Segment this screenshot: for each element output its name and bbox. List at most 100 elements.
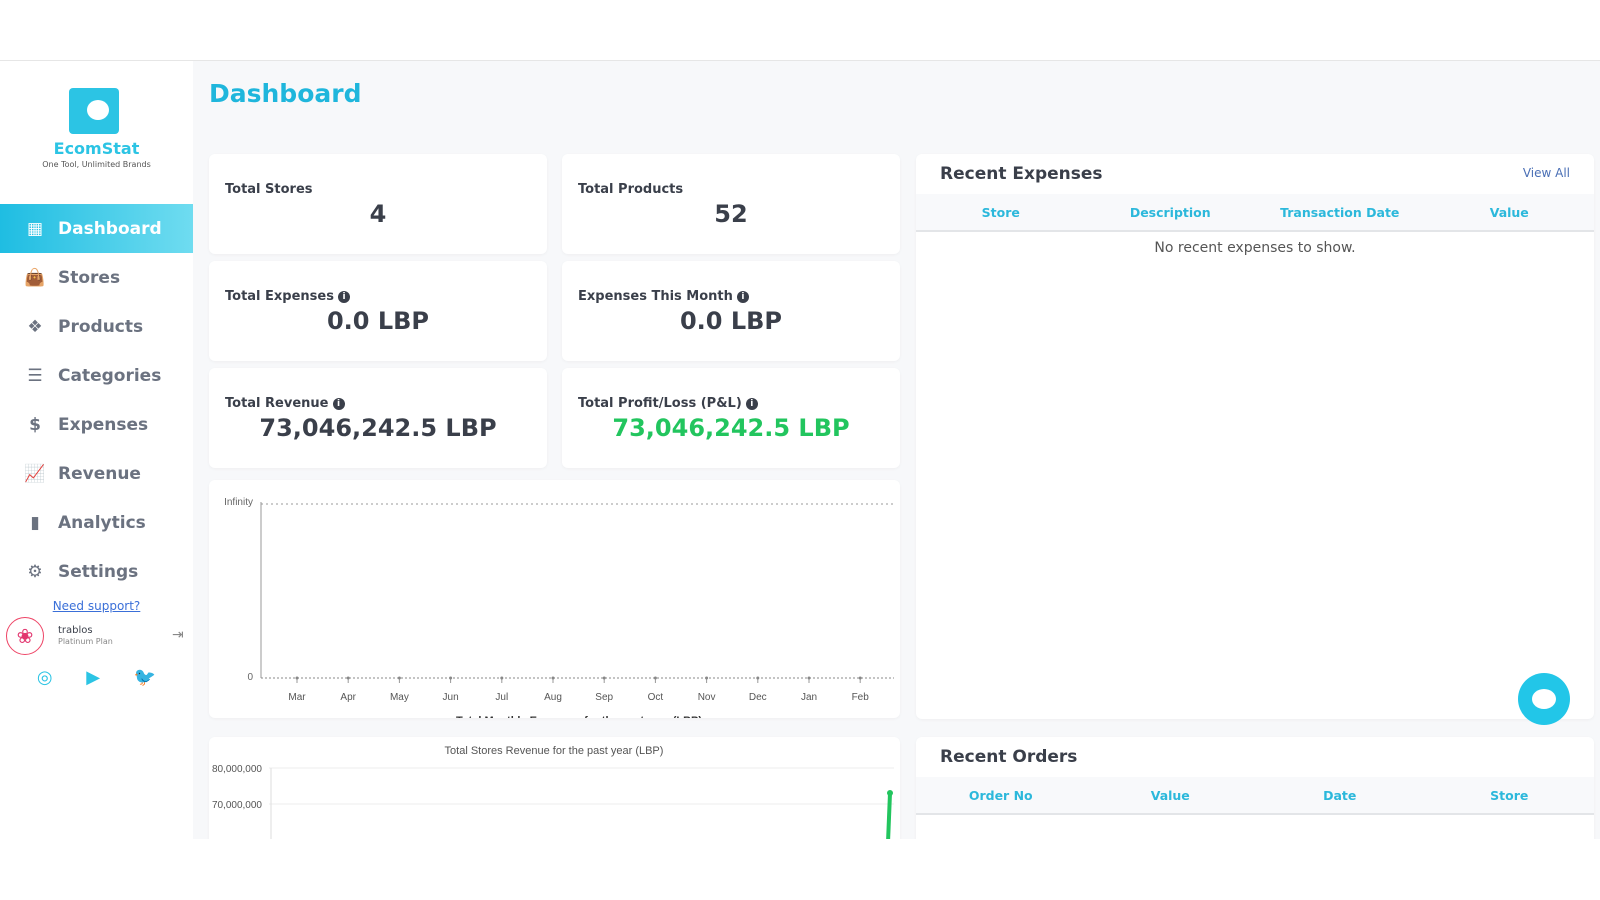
sidebar: EcomStat One Tool, Unlimited Brands ▦ Das… — [0, 61, 193, 839]
series-line — [886, 792, 892, 839]
stat-label-text: Total Revenue — [225, 396, 329, 411]
gear-icon: ⚙ — [27, 561, 43, 582]
column-header[interactable]: Store — [916, 194, 1086, 230]
user-name: trablos — [58, 625, 93, 636]
stat-value: 73,046,242.5 LBP — [612, 414, 850, 442]
stat-label: Total Profit/Loss (P&L) i — [578, 396, 758, 411]
sidebar-item-stores[interactable]: 👜 Stores — [0, 253, 193, 302]
orders-table-header: Order No Value Date Store — [916, 777, 1594, 815]
stat-card: Total Profit/Loss (P&L) i 73,046,242.5 LBP — [562, 368, 900, 468]
revenue-chart: Total Stores Revenue for the past year (… — [212, 745, 894, 839]
need-support-link[interactable]: Need support? — [0, 599, 193, 613]
recent-expenses-panel: Recent Expenses View All Store Descripti… — [916, 154, 1594, 719]
chart-title: Total Monthly Expenses for the past year… — [456, 715, 702, 718]
column-header[interactable]: Store — [1425, 777, 1595, 813]
stat-value: 4 — [369, 200, 387, 228]
column-header[interactable]: Value — [1425, 194, 1595, 230]
x-tick-label: May — [390, 692, 409, 703]
chat-button[interactable] — [1518, 673, 1570, 725]
stat-label-text: Total Profit/Loss (P&L) — [578, 396, 742, 411]
stat-label-text: Expenses This Month — [578, 289, 733, 304]
sidebar-item-categories[interactable]: ☰ Categories — [0, 351, 193, 400]
stat-value: 73,046,242.5 LBP — [259, 414, 497, 442]
y-tick-label: 0 — [247, 672, 253, 683]
stat-card: Total Revenue i 73,046,242.5 LBP — [209, 368, 547, 468]
brand-tagline: One Tool, Unlimited Brands — [42, 160, 151, 169]
sidebar-item-label: Expenses — [58, 414, 149, 435]
revenue-chart-card: Total Stores Revenue for the past year (… — [209, 737, 900, 839]
sidebar-item-label: Stores — [58, 267, 121, 288]
column-header[interactable]: Description — [1086, 194, 1256, 230]
data-point — [756, 676, 760, 680]
data-point — [295, 676, 299, 680]
instagram-icon[interactable]: ◎ — [37, 667, 53, 688]
x-tick-label: Nov — [698, 692, 716, 703]
dropbox-icon: ❖ — [27, 316, 43, 337]
user-plan: Platinum Plan — [58, 637, 113, 646]
stat-label-text: Total Stores — [225, 182, 313, 197]
view-all-link[interactable]: View All — [1523, 166, 1570, 180]
info-icon[interactable]: i — [745, 398, 758, 410]
list-icon: ☰ — [27, 365, 43, 386]
stat-label: Expenses This Month i — [578, 289, 749, 304]
x-tick-label: Feb — [852, 692, 870, 703]
data-point — [397, 676, 401, 680]
social-links: ◎ ▶ 🐦 — [0, 667, 193, 688]
column-header[interactable]: Value — [1086, 777, 1256, 813]
bar-chart-icon: ▮ — [30, 512, 40, 533]
info-icon[interactable]: i — [332, 398, 345, 410]
x-tick-label: Jul — [495, 692, 508, 703]
data-point — [602, 676, 606, 680]
data-point — [449, 676, 453, 680]
dollar-icon: $ — [29, 414, 41, 435]
info-icon[interactable]: i — [736, 291, 749, 303]
data-point — [500, 676, 504, 680]
sidebar-item-label: Categories — [58, 365, 162, 386]
logout-icon[interactable]: ⇥ — [172, 627, 184, 643]
info-icon[interactable]: i — [337, 291, 350, 303]
stat-card: Total Products 52 — [562, 154, 900, 254]
twitter-icon[interactable]: 🐦 — [134, 667, 156, 688]
top-bar — [0, 0, 1600, 61]
stat-card: Expenses This Month i 0.0 LBP — [562, 261, 900, 361]
data-point — [346, 676, 350, 680]
x-tick-label: Apr — [340, 692, 356, 703]
sidebar-item-label: Settings — [58, 561, 139, 582]
data-point — [807, 676, 811, 680]
sidebar-item-products[interactable]: ❖ Products — [0, 302, 193, 351]
column-header[interactable]: Transaction Date — [1255, 194, 1425, 230]
x-tick-label: Dec — [749, 692, 767, 703]
sidebar-item-analytics[interactable]: ▮ Analytics — [0, 498, 193, 547]
y-tick-label: 70,000,000 — [212, 800, 262, 811]
stat-label-text: Total Expenses — [225, 289, 334, 304]
x-tick-label: Mar — [288, 692, 306, 703]
data-point — [887, 790, 893, 797]
brand-name: EcomStat — [53, 139, 140, 158]
stat-value: 0.0 LBP — [326, 307, 430, 335]
sidebar-item-dashboard[interactable]: ▦ Dashboard — [0, 204, 193, 253]
sidebar-item-label: Products — [58, 316, 144, 337]
sidebar-item-revenue[interactable]: 📈 Revenue — [0, 449, 193, 498]
sidebar-item-label: Dashboard — [58, 218, 162, 239]
x-tick-label: Sep — [595, 692, 613, 703]
recent-orders-title: Recent Orders — [940, 747, 1078, 767]
data-point — [551, 676, 555, 680]
x-tick-label: Jun — [443, 692, 459, 703]
recent-expenses-title: Recent Expenses — [940, 164, 1103, 184]
column-header[interactable]: Date — [1255, 777, 1425, 813]
data-point — [653, 676, 657, 680]
sidebar-item-label: Analytics — [58, 512, 146, 533]
sidebar-item-expenses[interactable]: $ Expenses — [0, 400, 193, 449]
column-header[interactable]: Order No — [916, 777, 1086, 813]
expenses-chart: Infinity 0 Mar Apr May Jun Jul Aug Sep Oct Nov Dec J… — [224, 497, 894, 727]
chart-title: Total Stores Revenue for the past year (… — [445, 745, 664, 757]
stat-label: Total Products — [578, 182, 683, 197]
y-tick-label: Infinity — [224, 497, 253, 508]
x-tick-label: Aug — [544, 692, 562, 703]
sidebar-item-settings[interactable]: ⚙ Settings — [0, 547, 193, 596]
youtube-icon[interactable]: ▶ — [86, 667, 100, 688]
empty-message: No recent expenses to show. — [1154, 240, 1356, 256]
x-tick-label: Jan — [801, 692, 817, 703]
stat-label-text: Total Products — [578, 182, 684, 197]
stat-label: Total Revenue i — [225, 396, 345, 411]
